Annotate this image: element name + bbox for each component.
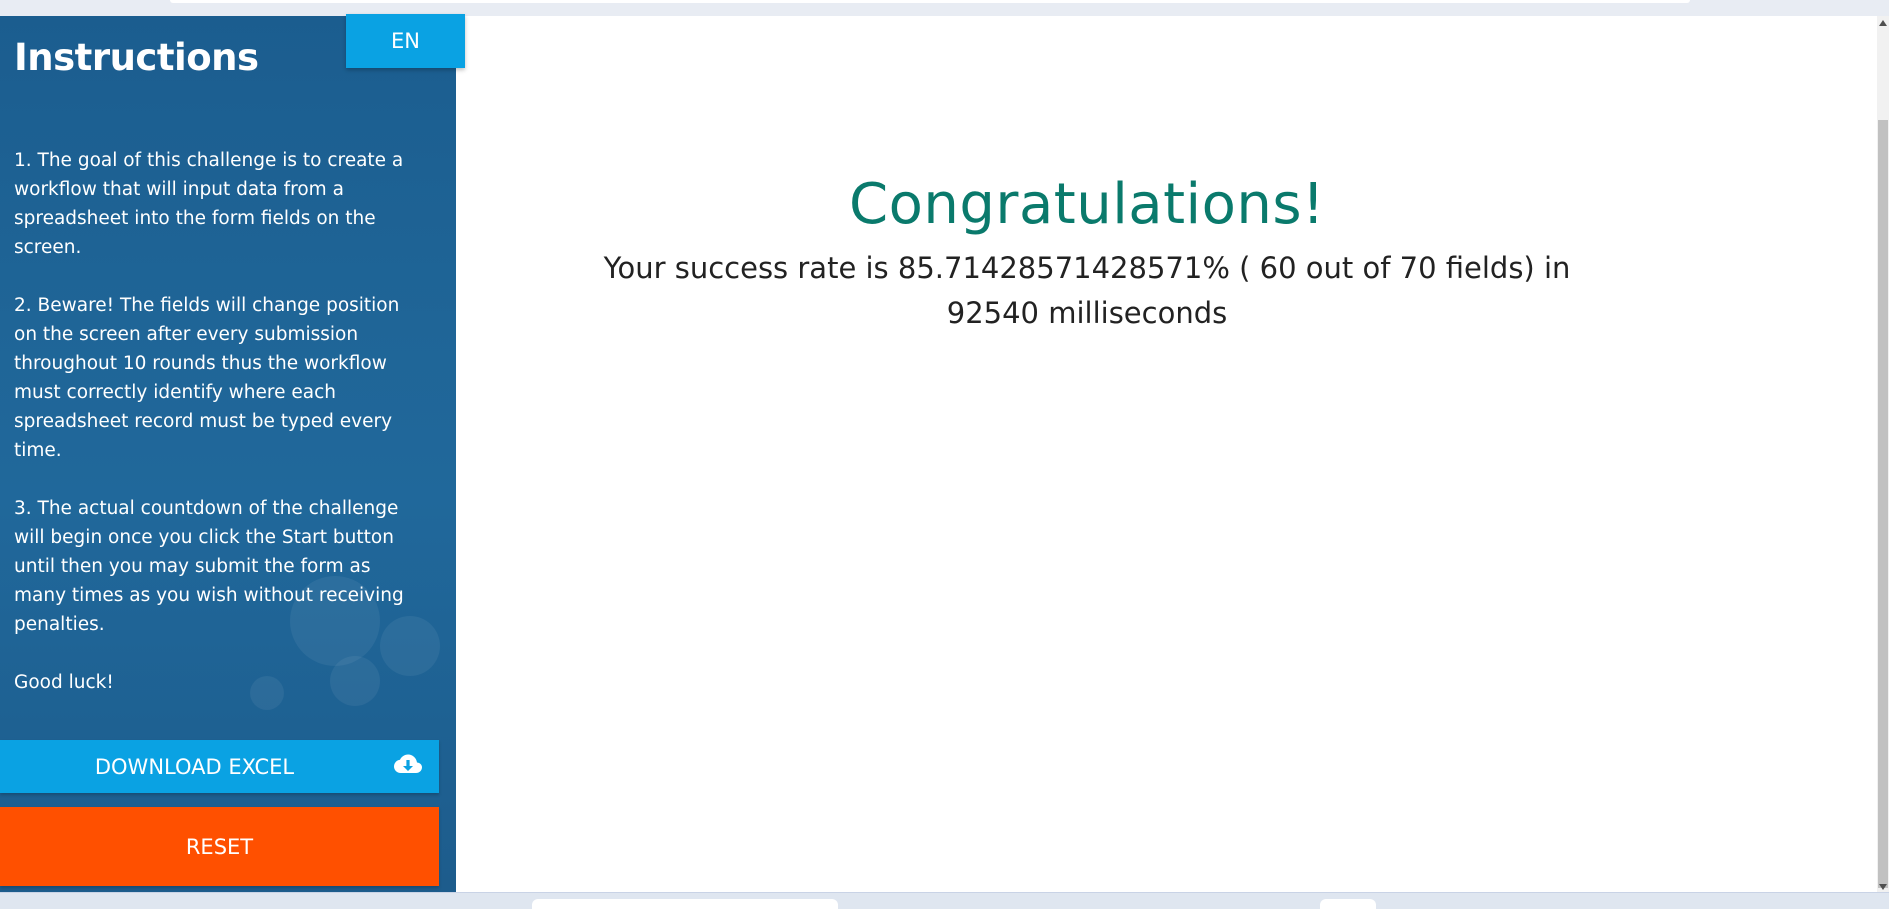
reset-button[interactable]: RESET [0,807,439,886]
instruction-item: 3. The actual countdown of the challenge… [14,498,404,635]
download-excel-label: DOWNLOAD EXCEL [94,754,295,779]
scrollbar-thumb[interactable] [1878,120,1888,888]
sidebar-title: Instructions [14,36,259,79]
instruction-item: 1. The goal of this challenge is to crea… [14,150,404,258]
browser-top-bar [0,0,1889,17]
success-rate-text: Your success rate is 85.71428571428571% … [603,251,1571,330]
bottom-bar [0,892,1889,909]
instructions-text: 1. The goal of this challenge is to crea… [14,146,424,726]
language-button[interactable]: EN [346,14,465,68]
cloud-download-icon [394,754,422,773]
instruction-item: 2. Beware! The fields will change positi… [14,295,400,461]
address-bar-edge [170,0,1690,3]
download-excel-button[interactable]: DOWNLOAD EXCEL [0,740,439,793]
instruction-item: Good luck! [14,672,114,693]
scroll-up-icon[interactable] [1879,20,1887,26]
main-content: Congratulations! Your success rate is 85… [456,16,1877,892]
congratulations-heading: Congratulations! [849,172,1325,237]
scroll-down-icon[interactable] [1879,884,1887,890]
instructions-sidebar: Instructions 1. The goal of this challen… [0,16,456,892]
vertical-scrollbar[interactable] [1877,16,1889,892]
